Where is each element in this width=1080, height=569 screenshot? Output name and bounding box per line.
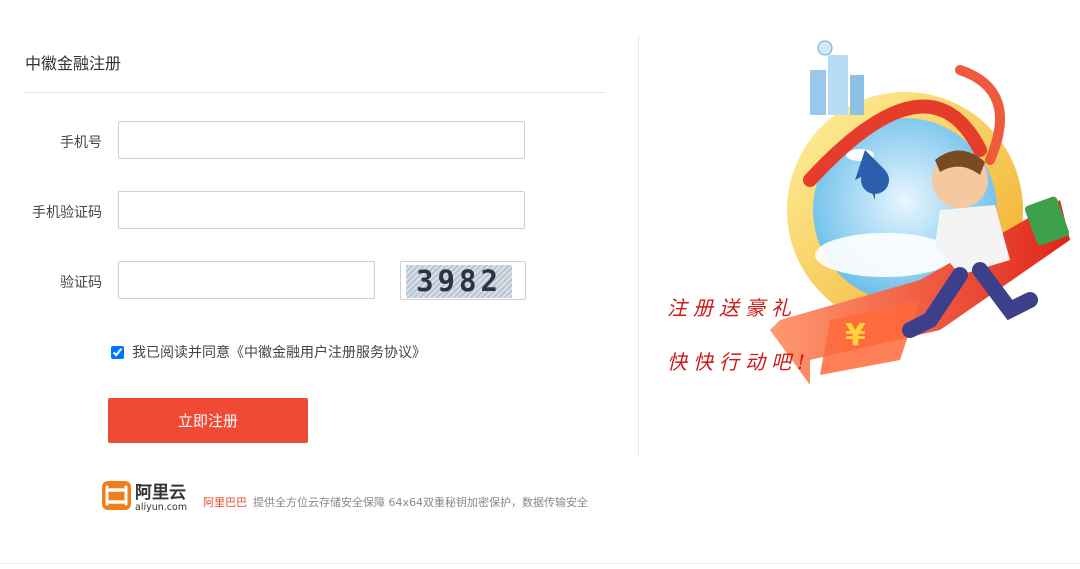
footer-brand: 阿里巴巴: [203, 496, 247, 509]
page-title: 中徽金融注册: [25, 54, 122, 73]
captcha-image[interactable]: 3982: [400, 261, 526, 300]
agreement-text[interactable]: 我已阅读并同意《中徽金融用户注册服务协议》: [132, 342, 426, 362]
captcha-label: 验证码: [60, 275, 102, 291]
register-button[interactable]: 立即注册: [108, 398, 308, 443]
promo-line-1: 注册送豪礼: [667, 296, 797, 320]
phone-input[interactable]: [118, 121, 525, 159]
phone-label: 手机号: [60, 135, 102, 151]
city-icon: [810, 40, 864, 115]
title-divider: [24, 92, 605, 93]
agreement-row[interactable]: 我已阅读并同意《中徽金融用户注册服务协议》: [111, 342, 426, 362]
vertical-divider: [638, 35, 639, 455]
yuan-icon: ¥: [845, 318, 866, 353]
sms-code-label: 手机验证码: [32, 205, 102, 221]
bottom-divider: [0, 563, 1080, 564]
captcha-input[interactable]: [118, 261, 375, 299]
aliyun-logo-cn: 阿里云: [135, 483, 186, 503]
agreement-checkbox[interactable]: [111, 345, 124, 359]
sms-code-input[interactable]: [118, 191, 525, 229]
aliyun-logo-en: aliyun.com: [135, 502, 187, 513]
footer-note: 阿里巴巴 提供全方位云存储安全保障 64x64双重秘钥加密保护，数据传输安全: [203, 494, 588, 510]
promo-line-2: 快快行动吧!: [667, 350, 812, 374]
footer-note-text: 提供全方位云存储安全保障 64x64双重秘钥加密保护，数据传输安全: [253, 496, 588, 509]
captcha-code: 3982: [406, 265, 512, 298]
aliyun-logo: 阿里云 aliyun.com: [102, 481, 187, 513]
